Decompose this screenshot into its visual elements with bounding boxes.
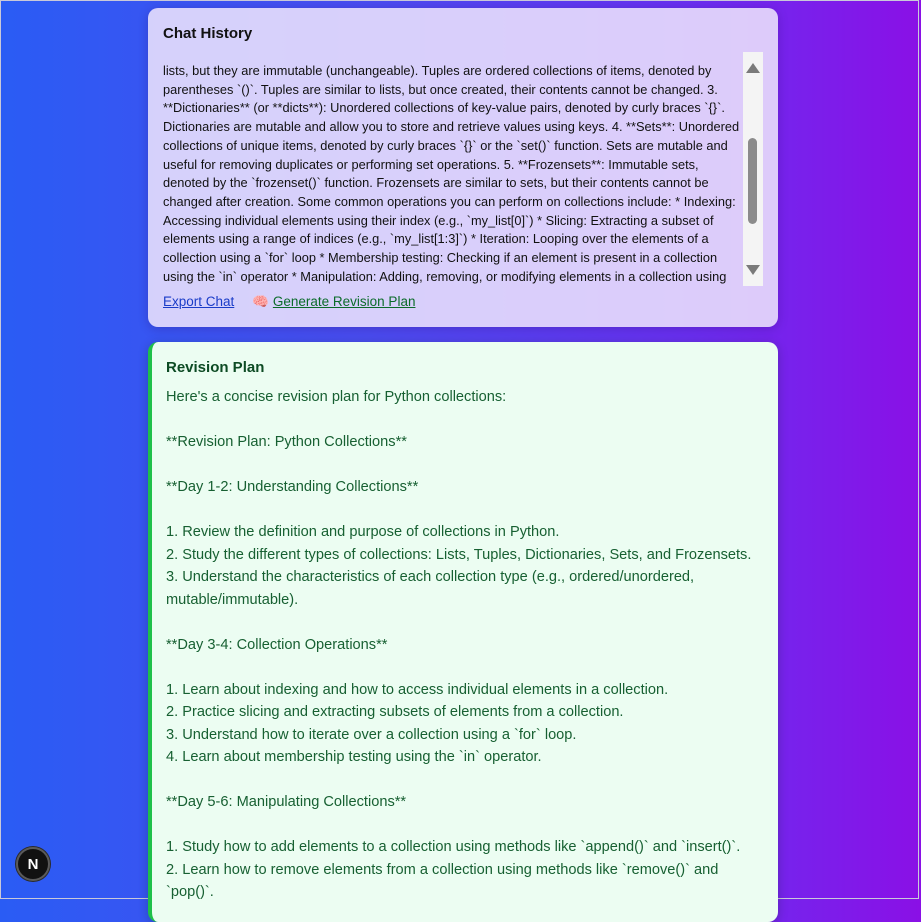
revision-plan-line (166, 769, 766, 792)
scrollbar-thumb[interactable] (748, 138, 757, 224)
chat-history-panel: Chat History lists, but they are immutab… (148, 8, 778, 327)
revision-plan-line: Here's a concise revision plan for Pytho… (166, 389, 507, 405)
revision-plan-panel: Revision Plan Here's a concise revision … (148, 342, 778, 922)
chat-actions: Export Chat 🧠 Generate Revision Plan (163, 294, 415, 310)
revision-plan-line (166, 656, 766, 679)
revision-plan-line: **Day 5-6: Manipulating Collections** (166, 794, 407, 810)
revision-plan-line: 2. Learn how to remove elements from a c… (166, 861, 723, 901)
revision-plan-line: 2. Practice slicing and extracting subse… (166, 704, 624, 720)
revision-plan-line: 3. Understand how to iterate over a coll… (166, 726, 577, 743)
brain-icon: 🧠 (252, 294, 269, 309)
revision-plan-line: 4. Learn about membership testing using … (166, 749, 542, 765)
revision-plan-line: **Day 1-2: Understanding Collections** (166, 479, 419, 495)
revision-plan-line (166, 499, 766, 522)
generate-revision-plan-link[interactable]: 🧠 Generate Revision Plan (252, 294, 415, 309)
next-logo-icon[interactable]: N (16, 847, 50, 881)
revision-plan-line (166, 611, 766, 634)
revision-plan-line: **Revision Plan: Python Collections** (166, 434, 407, 450)
chat-history-text: lists, but they are immutable (unchangea… (163, 63, 740, 284)
badge-letter: N (27, 855, 39, 873)
revision-plan-line: 1. Review the definition and purpose of … (166, 524, 560, 540)
scroll-up-arrow-icon[interactable] (746, 63, 760, 73)
revision-plan-line: 1. Learn about indexing and how to acces… (166, 681, 669, 698)
revision-plan-title: Revision Plan (166, 359, 265, 376)
export-chat-link[interactable]: Export Chat (163, 294, 234, 309)
revision-plan-line: 2. Study the different types of collecti… (166, 546, 752, 563)
revision-plan-line: **Day 3-4: Collection Operations** (166, 636, 388, 653)
revision-plan-line: 3. Understand the characteristics of eac… (166, 569, 699, 608)
chat-history-scroll-area[interactable]: lists, but they are immutable (unchangea… (163, 52, 745, 286)
chat-scrollbar[interactable] (743, 52, 763, 286)
chat-history-title: Chat History (163, 25, 253, 42)
generate-revision-plan-label: Generate Revision Plan (272, 294, 416, 309)
revision-plan-line (166, 409, 766, 432)
revision-plan-line (166, 814, 766, 837)
revision-plan-line (166, 454, 766, 477)
revision-plan-body: Here's a concise revision plan for Pytho… (166, 386, 766, 904)
revision-plan-line: 1. Study how to add elements to a collec… (166, 839, 741, 855)
scroll-down-arrow-icon[interactable] (746, 265, 760, 275)
